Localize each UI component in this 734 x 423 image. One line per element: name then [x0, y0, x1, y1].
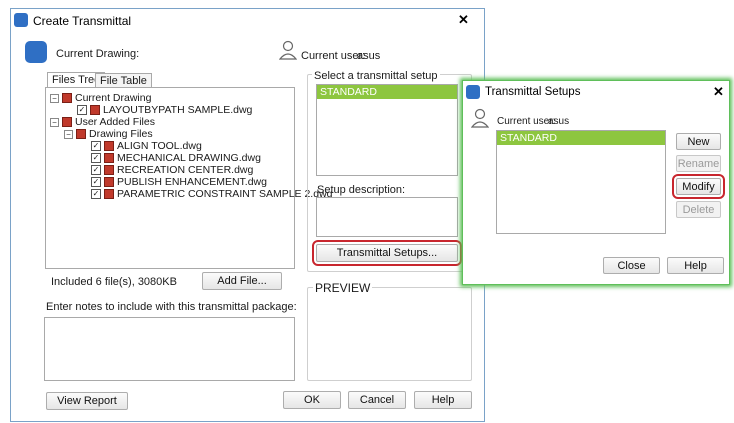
autocad-icon: [466, 85, 480, 99]
dwg-file-icon: [90, 105, 100, 115]
setups-current-user-value: asus: [548, 116, 570, 127]
files-tree-panel[interactable]: − Current Drawing ✓ LAYOUTBYPATH SAMPLE.dwg…: [45, 87, 333, 269]
file-checkbox[interactable]: ✓: [91, 153, 101, 163]
tree-item-label: ALIGN TOOL.dwg: [117, 140, 202, 152]
setup-description-box: [316, 197, 458, 237]
expand-toggle-icon[interactable]: −: [50, 93, 59, 103]
setup-description-label: Setup description:: [317, 184, 406, 196]
file-checkbox[interactable]: ✓: [91, 177, 101, 187]
transmittal-setups-button[interactable]: Transmittal Setups...: [312, 240, 462, 266]
dialog-title: Create Transmittal: [33, 14, 132, 28]
tree-item[interactable]: − Drawing Files: [64, 128, 153, 140]
view-report-button[interactable]: View Report: [46, 392, 128, 410]
user-icon: [279, 40, 297, 60]
tree-item-label: RECREATION CENTER.dwg: [117, 164, 254, 176]
modify-button[interactable]: Modify: [672, 174, 725, 199]
notes-label: Enter notes to include with this transmi…: [46, 301, 297, 313]
folder-icon: [62, 117, 72, 127]
tree-item-label: LAYOUTBYPATH SAMPLE.dwg: [103, 104, 253, 116]
tree-item[interactable]: ✓ MECHANICAL DRAWING.dwg: [78, 152, 261, 164]
setups-help-button[interactable]: Help: [667, 257, 724, 274]
add-file-button[interactable]: Add File...: [202, 272, 282, 290]
tree-item-label: MECHANICAL DRAWING.dwg: [117, 152, 261, 164]
folder-icon: [76, 129, 86, 139]
dwg-file-icon: [104, 153, 114, 163]
tree-item-label: PARAMETRIC CONSTRAINT SAMPLE 2.dwg: [117, 188, 333, 200]
preview-label: PREVIEW: [313, 281, 373, 295]
current-drawing-label: Current Drawing:: [56, 48, 140, 60]
new-button[interactable]: New: [676, 133, 721, 150]
setups-dialog-listbox[interactable]: STANDARD: [496, 130, 666, 234]
tree-item-label: Drawing Files: [89, 128, 153, 140]
autocad-icon: [14, 13, 28, 27]
setups-item-standard[interactable]: STANDARD: [497, 131, 665, 145]
titlebar: Create Transmittal ✕: [11, 9, 484, 33]
tree-item[interactable]: ✓ PARAMETRIC CONSTRAINT SAMPLE 2.dwg: [78, 188, 333, 200]
files-tree[interactable]: − Current Drawing ✓ LAYOUTBYPATH SAMPLE.dwg…: [50, 92, 333, 262]
dwg-file-icon: [104, 165, 114, 175]
expand-toggle-icon[interactable]: −: [64, 129, 73, 139]
autocad-logo-icon: [25, 41, 47, 63]
help-button[interactable]: Help: [414, 391, 472, 409]
tree-item[interactable]: − User Added Files: [50, 116, 155, 128]
close-icon[interactable]: ✕: [713, 84, 724, 100]
close-icon[interactable]: ✕: [458, 12, 469, 28]
select-setup-label: Select a transmittal setup: [312, 70, 440, 82]
tree-item[interactable]: − Current Drawing: [50, 92, 151, 104]
create-transmittal-dialog: Create Transmittal ✕ Current Drawing: Cu…: [10, 8, 485, 422]
notes-textarea[interactable]: [44, 317, 295, 381]
expand-toggle-icon[interactable]: −: [50, 117, 59, 127]
tree-item-label: Current Drawing: [75, 92, 152, 104]
file-checkbox[interactable]: ✓: [91, 165, 101, 175]
close-button[interactable]: Close: [603, 257, 660, 274]
ok-button[interactable]: OK: [283, 391, 341, 409]
included-files-text: Included 6 file(s), 3080KB: [51, 276, 177, 288]
tree-item-label: User Added Files: [75, 116, 155, 128]
setups-titlebar: Transmittal Setups ✕: [463, 81, 729, 105]
tree-item[interactable]: ✓ PUBLISH ENHANCEMENT.dwg: [78, 176, 267, 188]
user-icon: [471, 108, 489, 128]
delete-button[interactable]: Delete: [676, 201, 721, 218]
setups-listbox[interactable]: STANDARD: [316, 84, 458, 176]
setup-item-standard[interactable]: STANDARD: [317, 85, 457, 99]
transmittal-setups-dialog: Transmittal Setups ✕ Current user: asus …: [462, 80, 730, 285]
current-user-value: asus: [357, 50, 381, 62]
preview-group: [307, 287, 472, 381]
file-checkbox[interactable]: ✓: [77, 105, 87, 115]
dwg-file-icon: [104, 189, 114, 199]
tree-item[interactable]: ✓ RECREATION CENTER.dwg: [78, 164, 253, 176]
file-checkbox[interactable]: ✓: [91, 189, 101, 199]
tree-item-label: PUBLISH ENHANCEMENT.dwg: [117, 176, 267, 188]
setups-dialog-title: Transmittal Setups: [485, 86, 581, 98]
dwg-file-icon: [104, 141, 114, 151]
setups-current-user-label: Current user:: [497, 116, 556, 127]
tree-item[interactable]: ✓ ALIGN TOOL.dwg: [78, 140, 202, 152]
tree-item[interactable]: ✓ LAYOUTBYPATH SAMPLE.dwg: [64, 104, 252, 116]
rename-button[interactable]: Rename: [676, 155, 721, 172]
tab-file-table[interactable]: File Table: [95, 73, 152, 88]
current-user-label: Current user:: [301, 50, 366, 62]
file-checkbox[interactable]: ✓: [91, 141, 101, 151]
cancel-button[interactable]: Cancel: [348, 391, 406, 409]
folder-icon: [62, 93, 72, 103]
dwg-file-icon: [104, 177, 114, 187]
